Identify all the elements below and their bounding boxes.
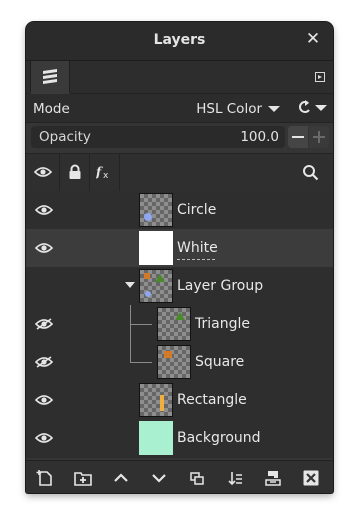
layer-row-background[interactable]: Background bbox=[26, 419, 333, 457]
svg-text:x: x bbox=[103, 171, 109, 179]
composite-mode-switch-icon[interactable] bbox=[294, 96, 330, 120]
visibility-eye-icon[interactable] bbox=[35, 242, 53, 254]
merge-down-icon[interactable] bbox=[226, 469, 244, 487]
layer-name[interactable]: Layer Group bbox=[177, 278, 263, 294]
tree-line bbox=[130, 324, 152, 325]
lower-layer-icon[interactable] bbox=[150, 469, 168, 487]
opacity-decrease-button[interactable] bbox=[288, 126, 308, 148]
opacity-value: 100.0 bbox=[240, 129, 279, 145]
effects-column-header[interactable]: f x bbox=[90, 154, 120, 191]
visibility-eye-icon[interactable] bbox=[35, 432, 53, 444]
layer-thumbnail bbox=[157, 345, 191, 379]
rectangle-thumbnail-shape bbox=[160, 395, 164, 411]
tree-line bbox=[130, 362, 152, 363]
layer-name[interactable]: Background bbox=[177, 430, 261, 446]
lock-icon bbox=[69, 164, 81, 179]
layers-list[interactable]: Circle White Layer Group Triangle Square… bbox=[26, 191, 333, 458]
layer-name[interactable]: White bbox=[177, 240, 218, 256]
group-thumbnail-shapes bbox=[144, 273, 165, 297]
close-icon[interactable]: ✕ bbox=[304, 30, 322, 48]
layer-name[interactable]: Circle bbox=[177, 202, 216, 218]
layer-row-triangle[interactable]: Triangle bbox=[26, 305, 333, 343]
square-thumbnail-shape bbox=[164, 351, 172, 358]
dialog-title: Layers bbox=[153, 32, 206, 48]
name-edit-underline bbox=[177, 259, 215, 260]
eye-crossed-icon[interactable] bbox=[35, 318, 53, 330]
visibility-eye-icon[interactable] bbox=[35, 204, 53, 216]
layer-row-layer-group[interactable]: Layer Group bbox=[26, 267, 333, 305]
effects-fx-icon: f x bbox=[96, 165, 109, 179]
visibility-column-header[interactable] bbox=[26, 154, 60, 191]
svg-text:f: f bbox=[96, 165, 103, 179]
tab-layers[interactable] bbox=[30, 61, 70, 94]
layer-row-circle[interactable]: Circle bbox=[26, 191, 333, 229]
layer-thumbnail bbox=[139, 193, 173, 227]
layers-stack-icon bbox=[43, 69, 57, 84]
mode-value: HSL Color bbox=[196, 101, 262, 117]
eye-crossed-icon[interactable] bbox=[35, 356, 53, 368]
chevron-down-icon bbox=[268, 106, 280, 112]
new-layer-group-icon[interactable] bbox=[74, 469, 92, 487]
layers-dialog: Layers ✕ Mode HSL Color Opacity 100.0 f … bbox=[26, 22, 333, 493]
visibility-eye-icon bbox=[34, 167, 52, 177]
layer-thumbnail bbox=[139, 421, 173, 455]
mode-label: Mode bbox=[33, 101, 70, 117]
title-bar[interactable]: Layers ✕ bbox=[26, 22, 333, 61]
bottom-toolbar bbox=[26, 460, 333, 493]
layer-thumbnail bbox=[139, 231, 173, 265]
opacity-row: Opacity 100.0 bbox=[26, 123, 333, 149]
dock-tab-strip bbox=[26, 61, 333, 94]
layer-name[interactable]: Rectangle bbox=[177, 392, 247, 408]
new-layer-icon[interactable] bbox=[36, 469, 54, 487]
layers-header: f x bbox=[26, 153, 333, 192]
lock-column-header[interactable] bbox=[60, 154, 90, 191]
opacity-increase-button[interactable] bbox=[309, 126, 329, 148]
layer-thumbnail bbox=[139, 269, 173, 303]
tab-menu-icon[interactable] bbox=[315, 72, 325, 82]
layer-name[interactable]: Triangle bbox=[195, 316, 250, 332]
layer-row-rectangle[interactable]: Rectangle bbox=[26, 381, 333, 419]
layer-thumbnail bbox=[157, 307, 191, 341]
tree-line bbox=[130, 343, 131, 363]
anchor-mask-icon[interactable] bbox=[264, 469, 282, 487]
chevron-down-icon[interactable] bbox=[125, 282, 135, 288]
layer-row-white[interactable]: White bbox=[26, 229, 333, 267]
triangle-thumbnail-shape bbox=[175, 312, 185, 320]
layer-thumbnail bbox=[139, 383, 173, 417]
visibility-eye-icon[interactable] bbox=[35, 394, 53, 406]
raise-layer-icon[interactable] bbox=[112, 469, 130, 487]
circle-thumbnail-shape bbox=[144, 213, 152, 221]
mode-combo[interactable]: Mode HSL Color bbox=[27, 96, 288, 120]
opacity-label: Opacity bbox=[39, 129, 91, 145]
delete-layer-icon[interactable] bbox=[302, 469, 320, 487]
mode-row: Mode HSL Color bbox=[26, 94, 333, 123]
opacity-spin-scale[interactable]: Opacity 100.0 bbox=[31, 126, 285, 148]
search-icon[interactable] bbox=[302, 164, 319, 181]
duplicate-layer-icon[interactable] bbox=[188, 469, 206, 487]
layer-name[interactable]: Square bbox=[195, 354, 244, 370]
layer-row-square[interactable]: Square bbox=[26, 343, 333, 381]
